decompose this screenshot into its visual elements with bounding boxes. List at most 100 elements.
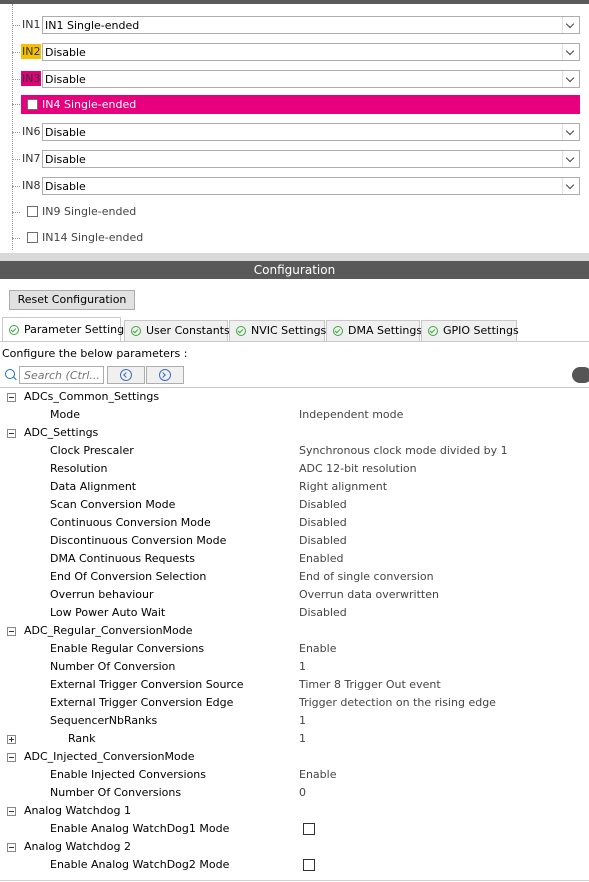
- param-row-rank[interactable]: Rank 1: [0, 730, 589, 748]
- channel-row-in3: IN3 Disable: [0, 68, 589, 90]
- param-row[interactable]: Enable Analog WatchDog1 Mode: [0, 820, 589, 838]
- param-value[interactable]: End of single conversion: [299, 568, 434, 586]
- param-value[interactable]: 1: [299, 712, 306, 730]
- param-name: Number Of Conversions: [50, 786, 182, 799]
- param-value[interactable]: 1: [299, 730, 306, 748]
- param-value[interactable]: Disabled: [299, 496, 347, 514]
- param-value[interactable]: Independent mode: [299, 406, 403, 424]
- param-row[interactable]: External Trigger Conversion Edge Trigger…: [0, 694, 589, 712]
- expand-icon[interactable]: [7, 735, 16, 744]
- chevron-down-icon[interactable]: [562, 71, 579, 87]
- reset-configuration-button[interactable]: Reset Configuration: [9, 290, 135, 310]
- param-row[interactable]: Enable Injected Conversions Enable: [0, 766, 589, 784]
- collapse-icon[interactable]: [7, 807, 16, 816]
- param-value[interactable]: ADC 12-bit resolution: [299, 460, 417, 478]
- param-row[interactable]: Clock Prescaler Synchronous clock mode d…: [0, 442, 589, 460]
- channel-row-in4[interactable]: IN4 Single-ended: [21, 95, 580, 114]
- param-row[interactable]: Overrun behaviour Overrun data overwritt…: [0, 586, 589, 604]
- collapse-icon[interactable]: [7, 627, 16, 636]
- tree-branch: [12, 159, 20, 160]
- tab-gpio-settings[interactable]: GPIO Settings: [421, 320, 519, 341]
- collapse-icon[interactable]: [7, 429, 16, 438]
- param-value[interactable]: 0: [299, 784, 306, 802]
- param-value[interactable]: Enable: [299, 766, 336, 784]
- param-value[interactable]: Overrun data overwritten: [299, 586, 439, 604]
- group-name: ADC_Regular_ConversionMode: [24, 624, 193, 637]
- param-row[interactable]: Enable Regular Conversions Enable: [0, 640, 589, 658]
- group-row[interactable]: Analog Watchdog 1: [0, 802, 589, 820]
- collapse-icon[interactable]: [7, 393, 16, 402]
- param-row[interactable]: Scan Conversion Mode Disabled: [0, 496, 589, 514]
- channel-mode-select[interactable]: Disable: [42, 177, 580, 195]
- group-row[interactable]: Analog Watchdog 2: [0, 838, 589, 856]
- chevron-down-icon[interactable]: [562, 151, 579, 167]
- chevron-down-icon[interactable]: [562, 17, 579, 33]
- param-row[interactable]: End Of Conversion Selection End of singl…: [0, 568, 589, 586]
- tab-label: DMA Settings: [348, 324, 423, 337]
- channel-mode-select[interactable]: Disable: [42, 123, 580, 141]
- param-checkbox[interactable]: [303, 859, 315, 871]
- param-value[interactable]: Enable: [299, 640, 336, 658]
- param-row[interactable]: Number Of Conversions 0: [0, 784, 589, 802]
- parameter-tree: ADCs_Common_Settings Mode Independent mo…: [0, 387, 589, 881]
- param-value[interactable]: Synchronous clock mode divided by 1: [299, 442, 508, 460]
- param-row[interactable]: Resolution ADC 12-bit resolution: [0, 460, 589, 478]
- search-input[interactable]: [19, 366, 104, 384]
- param-row[interactable]: Mode Independent mode: [0, 406, 589, 424]
- channel-checkbox-label: IN9 Single-ended: [42, 205, 137, 218]
- tab-label: User Constants: [146, 324, 230, 337]
- collapse-icon[interactable]: [7, 753, 16, 762]
- panel-splitter[interactable]: [0, 253, 589, 261]
- param-row[interactable]: External Trigger Conversion Source Timer…: [0, 676, 589, 694]
- tab-nvic-settings[interactable]: NVIC Settings: [229, 320, 326, 341]
- param-row[interactable]: Data Alignment Right alignment: [0, 478, 589, 496]
- search-previous-button[interactable]: [107, 366, 145, 384]
- select-value: IN1 Single-ended: [45, 19, 140, 32]
- select-value: Disable: [45, 126, 86, 139]
- channel-label: IN1: [22, 18, 41, 31]
- param-row[interactable]: Number Of Conversion 1: [0, 658, 589, 676]
- channel-row-in7: IN7 Disable: [0, 148, 589, 170]
- group-row[interactable]: ADC_Settings: [0, 424, 589, 442]
- collapse-icon[interactable]: [7, 843, 16, 852]
- param-value[interactable]: Disabled: [299, 604, 347, 622]
- param-value[interactable]: Timer 8 Trigger Out event: [299, 676, 441, 694]
- channel-checkbox[interactable]: [27, 99, 38, 110]
- param-value[interactable]: 1: [299, 658, 306, 676]
- param-value[interactable]: Disabled: [299, 514, 347, 532]
- group-name: ADCs_Common_Settings: [24, 390, 160, 403]
- channel-checkbox[interactable]: [27, 206, 38, 217]
- param-row[interactable]: SequencerNbRanks 1: [0, 712, 589, 730]
- configuration-header: Configuration: [0, 261, 589, 279]
- group-name: Analog Watchdog 1: [24, 804, 131, 817]
- param-value[interactable]: Disabled: [299, 532, 347, 550]
- group-row[interactable]: ADC_Regular_ConversionMode: [0, 622, 589, 640]
- channel-mode-select[interactable]: IN1 Single-ended: [42, 16, 580, 34]
- param-value[interactable]: Right alignment: [299, 478, 387, 496]
- group-row[interactable]: ADC_Injected_ConversionMode: [0, 748, 589, 766]
- group-row[interactable]: ADCs_Common_Settings: [0, 388, 589, 406]
- param-row[interactable]: Continuous Conversion Mode Disabled: [0, 514, 589, 532]
- param-row[interactable]: Enable Analog WatchDog2 Mode: [0, 856, 589, 874]
- channel-label: IN7: [22, 152, 41, 165]
- param-row[interactable]: DMA Continuous Requests Enabled: [0, 550, 589, 568]
- chevron-down-icon[interactable]: [562, 124, 579, 140]
- channel-mode-select[interactable]: Disable: [42, 150, 580, 168]
- param-value[interactable]: Trigger detection on the rising edge: [299, 694, 496, 712]
- param-value[interactable]: Enabled: [299, 550, 343, 568]
- channel-checkbox[interactable]: [27, 232, 38, 243]
- tab-dma-settings[interactable]: DMA Settings: [326, 320, 423, 341]
- chevron-down-icon[interactable]: [562, 178, 579, 194]
- param-row[interactable]: Discontinuous Conversion Mode Disabled: [0, 532, 589, 550]
- channel-mode-select[interactable]: Disable: [42, 43, 580, 61]
- param-row[interactable]: Low Power Auto Wait Disabled: [0, 604, 589, 622]
- toggle-switch[interactable]: [572, 367, 589, 383]
- channel-mode-select[interactable]: Disable: [42, 70, 580, 88]
- tab-user-constants[interactable]: User Constants: [124, 320, 230, 341]
- search-next-button[interactable]: [146, 366, 184, 384]
- tab-parameter-settings[interactable]: Parameter Settings: [2, 317, 130, 342]
- tab-divider: [0, 341, 589, 342]
- param-checkbox[interactable]: [303, 823, 315, 835]
- channel-checkbox-label: IN14 Single-ended: [42, 231, 144, 244]
- chevron-down-icon[interactable]: [562, 44, 579, 60]
